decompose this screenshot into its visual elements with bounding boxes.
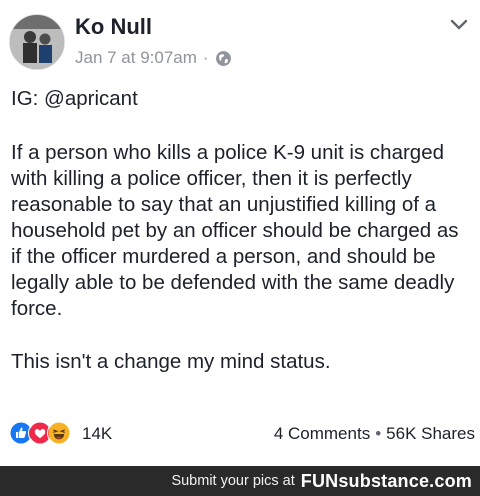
- facebook-post: Ko Null Jan 7 at 9:07am · IG: @apricant …: [0, 0, 480, 466]
- reaction-count[interactable]: 14K: [82, 424, 112, 444]
- post-text-closing: This isn't a change my mind status.: [11, 350, 331, 373]
- counts-separator: •: [375, 424, 382, 443]
- haha-icon: [47, 421, 71, 445]
- avatar[interactable]: [9, 14, 65, 70]
- post-meta: Jan 7 at 9:07am ·: [75, 48, 232, 68]
- globe-icon[interactable]: [215, 50, 232, 67]
- author-name[interactable]: Ko Null: [75, 14, 152, 40]
- brand-fun: FUN: [300, 470, 339, 491]
- avatar-image: [10, 15, 64, 69]
- watermark-banner: Submit your pics at FUNsubstance.com: [0, 466, 480, 496]
- brand-substance: substance.com: [338, 470, 472, 491]
- post-body: IG: @apricant If a person who kills a po…: [11, 86, 473, 375]
- post-timestamp[interactable]: Jan 7 at 9:07am: [75, 48, 197, 68]
- chevron-down-icon[interactable]: [450, 18, 468, 32]
- comments-link[interactable]: 4 Comments: [274, 424, 370, 443]
- post-text-main: If a person who kills a police K-9 unit …: [11, 141, 459, 320]
- engagement-counts: 4 Comments • 56K Shares: [274, 424, 475, 444]
- banner-text: Submit your pics at: [171, 473, 295, 489]
- brand-logo[interactable]: FUNsubstance.com: [301, 471, 472, 492]
- post-footer: 14K 4 Comments • 56K Shares: [0, 418, 480, 450]
- reactions-summary[interactable]: [9, 421, 71, 445]
- post-text-ig: IG: @apricant: [11, 87, 138, 110]
- meta-separator: ·: [202, 48, 209, 67]
- shares-link[interactable]: 56K Shares: [386, 424, 475, 443]
